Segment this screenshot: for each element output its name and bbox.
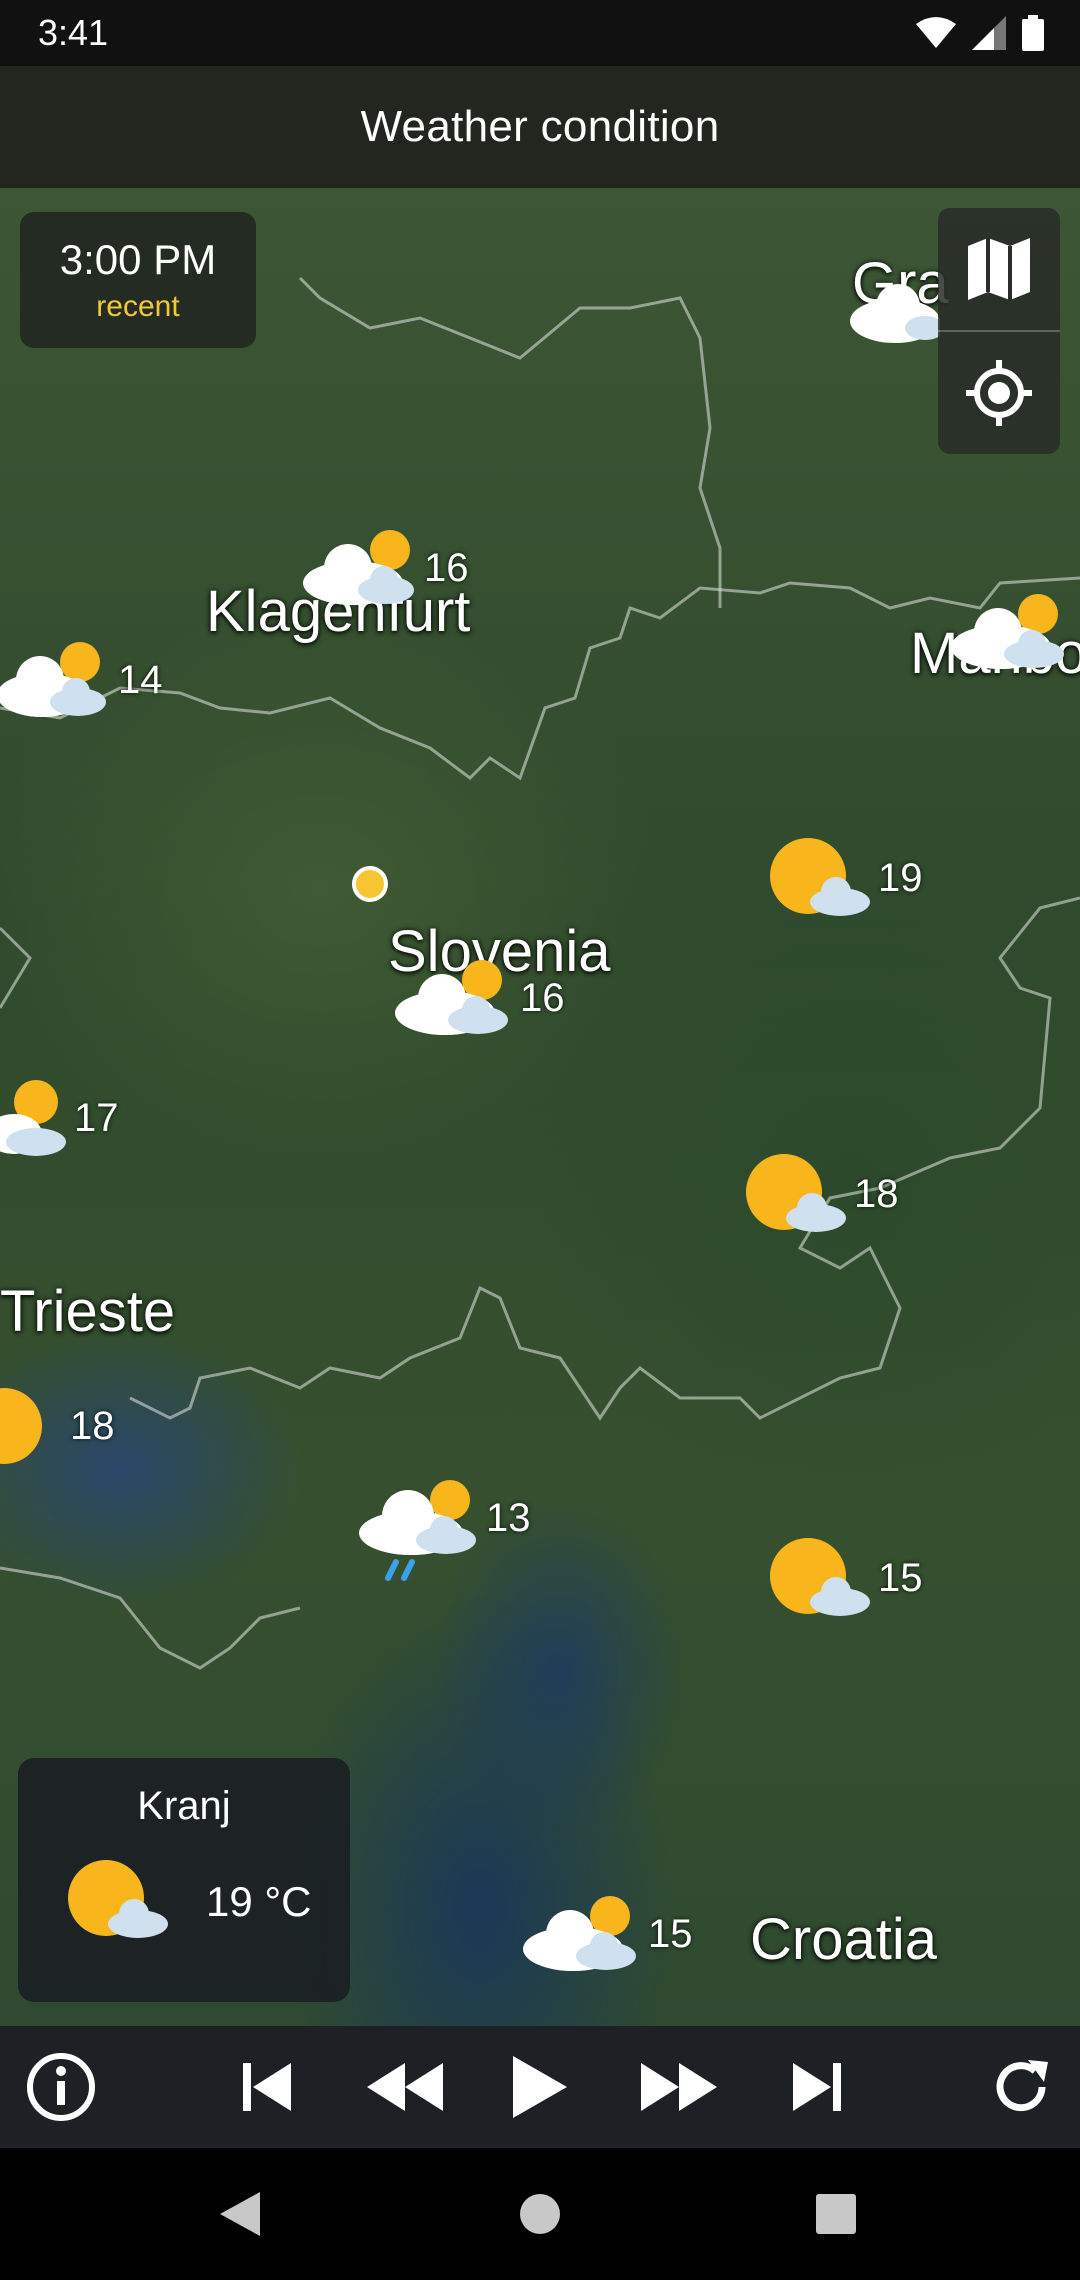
partly-cloudy-icon xyxy=(395,960,508,1035)
temperature-label: 15 xyxy=(648,1911,693,1956)
my-location-icon xyxy=(966,360,1032,426)
status-bar: 3:41 xyxy=(0,0,1080,66)
map-icon xyxy=(968,238,1030,300)
weather-marker[interactable]: 18 xyxy=(0,1384,115,1468)
partly-cloudy-icon xyxy=(850,284,940,343)
partly-cloudy-icon xyxy=(303,530,414,605)
map-layer-button[interactable] xyxy=(938,208,1060,330)
recents-button[interactable] xyxy=(806,2184,866,2244)
home-icon xyxy=(520,2194,560,2234)
country-borders xyxy=(0,276,1080,1670)
map-controls xyxy=(938,208,1060,454)
temperature-label: 17 xyxy=(74,1095,119,1140)
partly-cloudy-icon xyxy=(523,1896,636,1971)
time-indicator: 3:00 PM recent xyxy=(20,212,256,348)
weather-marker[interactable]: 17 xyxy=(0,1078,119,1158)
page-title: Weather condition xyxy=(360,102,720,151)
weather-marker[interactable]: 19 xyxy=(768,836,923,920)
play-icon xyxy=(513,2056,567,2118)
city-name: Kranj xyxy=(137,1784,231,1828)
app-bar: Weather condition xyxy=(0,66,1080,188)
weather-marker[interactable]: 16 xyxy=(390,958,565,1038)
sunny-icon xyxy=(0,1388,42,1464)
info-button[interactable] xyxy=(6,2026,116,2148)
temperature-label: 19 xyxy=(878,855,923,900)
back-button[interactable] xyxy=(210,2184,270,2244)
current-location-dot xyxy=(352,866,388,902)
forecast-time: 3:00 PM xyxy=(59,236,217,283)
temperature-label: 18 xyxy=(70,1403,115,1448)
mostly-sunny-icon xyxy=(770,838,870,916)
rewind-icon xyxy=(367,2063,443,2111)
mostly-sunny-icon xyxy=(770,1538,870,1616)
refresh-button[interactable] xyxy=(966,2026,1076,2148)
weather-marker[interactable]: 13 xyxy=(356,1478,531,1588)
city-temperature: 19 °C xyxy=(206,1878,312,1925)
play-button[interactable] xyxy=(484,2026,594,2148)
temperature-label: 15 xyxy=(878,1555,923,1600)
forecast-time-label: recent xyxy=(96,290,180,323)
weather-marker[interactable]: 16 xyxy=(298,528,469,608)
weather-marker[interactable]: 15 xyxy=(518,1894,693,1974)
place-label-croatia: Croatia xyxy=(750,1907,937,1972)
temperature-label: 13 xyxy=(486,1495,531,1540)
playback-controls xyxy=(0,2026,1080,2148)
weather-marker[interactable]: 14 xyxy=(0,640,163,720)
temperature-label: 16 xyxy=(520,975,565,1020)
mostly-sunny-icon xyxy=(746,1154,846,1232)
skip-next-icon xyxy=(793,2063,841,2111)
partly-cloudy-icon xyxy=(951,594,1064,669)
city-weather-card[interactable]: Kranj 19 °C xyxy=(18,1758,350,2002)
place-label-trieste: Trieste xyxy=(0,1279,176,1344)
weather-marker[interactable]: 15 xyxy=(768,1536,923,1620)
system-nav-bar xyxy=(0,2148,1080,2280)
temperature-label: 14 xyxy=(118,657,163,702)
partly-cloudy-icon xyxy=(0,1080,66,1156)
skip-previous-icon xyxy=(243,2063,291,2111)
skip-to-start-button[interactable] xyxy=(212,2026,322,2148)
status-time: 3:41 xyxy=(38,12,109,53)
status-icons xyxy=(916,15,1044,51)
my-location-button[interactable] xyxy=(938,332,1060,454)
fast-forward-icon xyxy=(641,2063,717,2111)
satellite-map[interactable]: Klagenfurt Slovenia Trieste Croatia Gra … xyxy=(0,188,1080,2026)
partly-cloudy-icon xyxy=(0,642,106,717)
fast-forward-button[interactable] xyxy=(624,2026,734,2148)
back-icon xyxy=(220,2192,260,2236)
info-icon xyxy=(27,2053,95,2121)
wifi-icon xyxy=(916,17,956,48)
cloudy-rain-icon xyxy=(359,1480,476,1581)
mostly-sunny-icon xyxy=(68,1860,168,1938)
refresh-icon xyxy=(996,2060,1048,2112)
rewind-button[interactable] xyxy=(350,2026,460,2148)
temperature-label: 16 xyxy=(424,545,469,590)
skip-to-end-button[interactable] xyxy=(762,2026,872,2148)
weather-marker[interactable]: 18 xyxy=(744,1152,899,1236)
temperature-label: 18 xyxy=(854,1171,899,1216)
recents-icon xyxy=(816,2194,856,2234)
home-button[interactable] xyxy=(510,2184,570,2244)
battery-icon xyxy=(1022,15,1044,51)
signal-icon xyxy=(972,16,1006,50)
